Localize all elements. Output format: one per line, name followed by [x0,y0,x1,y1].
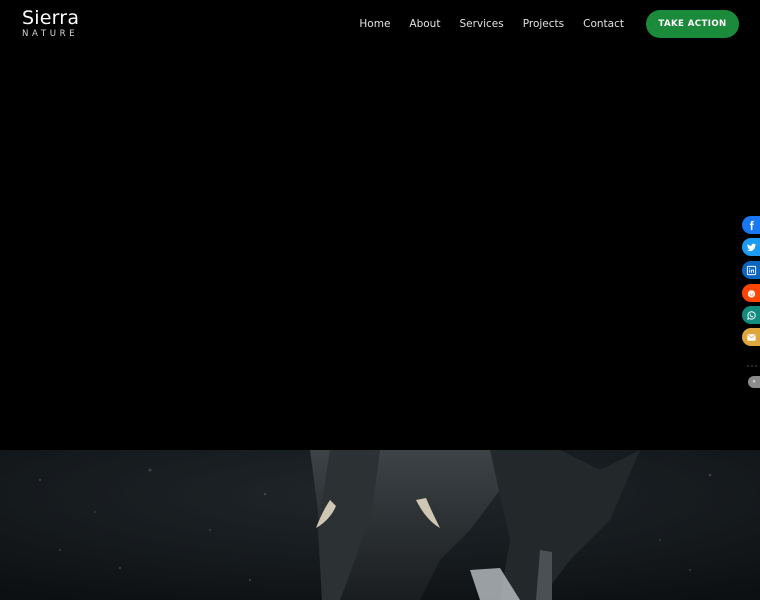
email-icon [746,333,756,341]
whatsapp-icon [746,310,756,320]
nav-contact[interactable]: Contact [583,17,624,31]
nav-projects[interactable]: Projects [523,17,564,31]
elephant-hero-image [0,450,760,600]
site-logo[interactable]: Sierra NATURE [22,8,79,40]
logo-tagline: NATURE [22,29,79,39]
facebook-icon [749,220,754,230]
share-collapse-toggle[interactable]: » [748,376,760,388]
linkedin-share-button[interactable] [742,261,760,279]
twitter-icon [746,243,756,251]
site-header: Sierra NATURE Home About Services Projec… [0,0,760,50]
whatsapp-share-button[interactable] [742,306,760,324]
twitter-share-button[interactable] [742,238,760,256]
reddit-share-button[interactable] [742,284,760,302]
reddit-icon [747,289,755,298]
logo-name: Sierra [22,7,80,29]
main-nav: Home About Services Projects Contact [359,17,624,31]
email-share-button[interactable] [742,328,760,346]
hero-section [0,50,760,450]
nav-home[interactable]: Home [359,17,390,31]
facebook-share-button[interactable] [742,216,760,234]
nav-about[interactable]: About [409,17,440,31]
nav-services[interactable]: Services [459,17,503,31]
linkedin-icon [746,265,756,275]
more-dots-icon[interactable] [745,356,759,367]
take-action-button[interactable]: TAKE ACTION [646,10,739,38]
